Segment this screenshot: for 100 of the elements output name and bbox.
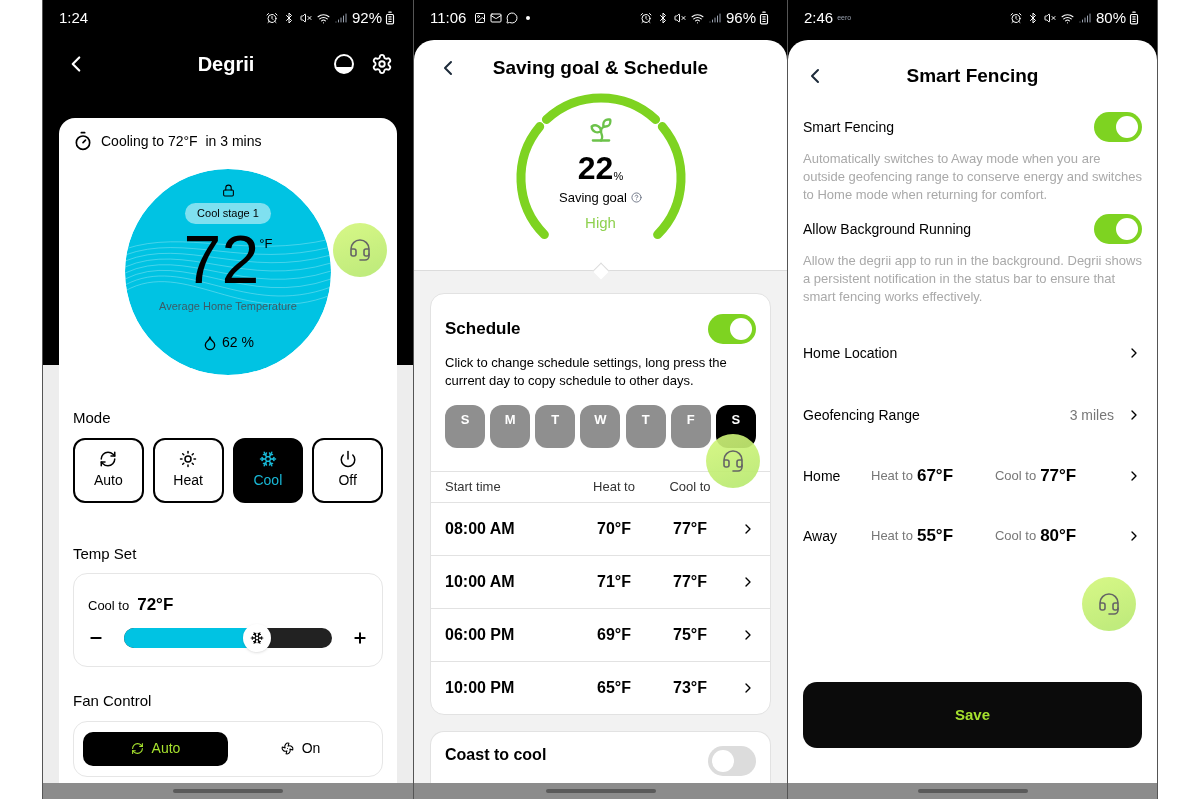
toggle-switch[interactable]	[708, 746, 756, 776]
schedule-row[interactable]: 10:00 PM 65°F 73°F	[431, 661, 770, 714]
setpoint-label: Cool to	[88, 597, 130, 616]
settings-row[interactable]: Home Location	[803, 322, 1142, 384]
schedule-row[interactable]: 08:00 AM 70°F 77°F	[431, 502, 770, 555]
start-time: 10:00 PM	[445, 678, 516, 698]
card-title: Coast to cool	[445, 746, 547, 764]
row-value: 3 miles	[1069, 405, 1114, 425]
goal-rating: High	[585, 212, 616, 233]
snowflake-icon	[258, 449, 277, 468]
start-time: 10:00 AM	[445, 572, 516, 592]
slider-thumb[interactable]	[243, 623, 272, 652]
cool-temperature: 73°F	[672, 678, 708, 698]
mode-button[interactable]: Off	[312, 437, 383, 503]
settings-row[interactable]: Geofencing Range 3 miles	[803, 384, 1142, 446]
settings-row[interactable]: Away Heat to 55°F Cool to 80°F	[803, 506, 1142, 566]
temperature-unit: °F	[259, 234, 273, 253]
row-label: Home Location	[803, 343, 898, 363]
fan-option[interactable]: Auto	[83, 731, 228, 766]
help-icon[interactable]	[630, 192, 642, 204]
fan-icon	[280, 742, 294, 755]
mute-icon	[1043, 12, 1056, 24]
increase-icon[interactable]	[352, 629, 368, 646]
toggle-switch[interactable]	[1094, 112, 1142, 142]
mute-icon	[299, 12, 312, 24]
goal-value: 22	[577, 150, 614, 186]
card-title: Schedule	[445, 318, 521, 341]
clock-time: 11:06	[430, 7, 467, 28]
home-handle[interactable]	[917, 789, 1028, 793]
screen-title: Smart Fencing	[905, 63, 1040, 88]
start-time: 06:00 PM	[445, 625, 516, 645]
dial-caption: Average Home Temperature	[159, 298, 297, 314]
sun-icon	[179, 449, 198, 468]
battery-percent: 96%	[725, 7, 756, 28]
toggle-switch[interactable]	[1094, 214, 1142, 244]
auto-cycle-icon	[130, 742, 144, 755]
goal-label: Saving goal	[559, 189, 627, 207]
column-header: Cool to	[668, 478, 712, 497]
mode-button[interactable]: Heat	[152, 437, 224, 503]
battery-icon	[1127, 11, 1141, 25]
headset-icon	[1097, 592, 1121, 616]
clock-time: 2:46	[804, 7, 834, 28]
heat-temperature: 65°F	[596, 678, 632, 698]
cool-temperature: 80°F	[1040, 525, 1077, 548]
home-handle[interactable]	[173, 789, 283, 793]
wifi-icon	[316, 11, 330, 25]
setpoint-value: 72°F	[137, 594, 174, 617]
toggle-switch[interactable]	[708, 314, 756, 344]
more-notifications-icon	[526, 16, 531, 20]
alarm-icon	[1009, 12, 1022, 24]
cool-temperature: 77°F	[672, 519, 708, 539]
schedule-description: Click to change schedule settings, long press the current day to copy schedule to other days.	[444, 354, 728, 390]
headset-icon	[721, 449, 745, 473]
row-label: Geofencing Range	[803, 405, 920, 425]
schedule-row[interactable]: 06:00 PM 69°F 75°F	[431, 608, 770, 661]
cool-temperature: 77°F	[672, 572, 708, 592]
settings-row[interactable]: Home Heat to 67°F Cool to 77°F	[803, 446, 1142, 506]
half-circle-icon[interactable]	[333, 53, 355, 75]
settings-icon[interactable]	[371, 53, 393, 75]
alarm-icon	[639, 12, 652, 24]
headset-icon	[348, 238, 372, 262]
heat-temperature: 70°F	[596, 519, 632, 539]
column-header: Start time	[445, 478, 502, 497]
mute-icon	[673, 12, 686, 24]
chat-notification-icon	[506, 12, 519, 24]
mail-notification-icon	[490, 12, 503, 24]
wifi-icon	[1060, 11, 1074, 25]
goal-unit: %	[613, 168, 624, 184]
humidity-value: 62 %	[222, 333, 254, 352]
wifi-icon	[690, 11, 704, 25]
mode-button[interactable]: Auto	[73, 437, 144, 503]
heat-temperature: 67°F	[916, 465, 954, 488]
battery-percent: 80%	[1095, 7, 1126, 28]
battery-icon	[383, 11, 397, 25]
heat-temperature: 71°F	[596, 572, 632, 592]
save-button[interactable]: Save	[803, 682, 1142, 748]
battery-percent: 92%	[351, 7, 382, 28]
row-label: Home	[803, 466, 842, 486]
status-text: Cooling to 72°F in 3 mins	[101, 131, 262, 151]
auto-cycle-icon	[99, 449, 118, 468]
schedule-row[interactable]: 10:00 AM 71°F 77°F	[431, 555, 770, 608]
cool-temperature: 77°F	[1040, 465, 1077, 488]
section-label: Temp Set	[73, 543, 138, 564]
heat-temperature: 55°F	[916, 525, 954, 548]
cool-label: Cool to	[994, 527, 1037, 546]
screen-title: Degrii	[196, 52, 256, 77]
battery-icon	[757, 11, 771, 25]
clock-time: 1:24	[59, 7, 89, 28]
heat-temperature: 69°F	[596, 625, 632, 645]
home-handle[interactable]	[545, 789, 656, 793]
mode-button[interactable]: Cool	[232, 437, 304, 503]
start-time: 08:00 AM	[445, 519, 516, 539]
heat-label: Heat to	[871, 527, 913, 546]
section-label: Mode	[73, 408, 112, 428]
cool-label: Cool to	[994, 467, 1037, 486]
power-icon	[338, 449, 357, 468]
timer-icon	[73, 131, 93, 151]
setting-description: Allow the degrii app to run in the background. Degrii shows a persistent notification in the status bar to ensure that smart fencing works effectively.	[803, 252, 1142, 306]
setting-label: Smart Fencing	[803, 117, 895, 137]
lock-icon	[221, 184, 235, 197]
